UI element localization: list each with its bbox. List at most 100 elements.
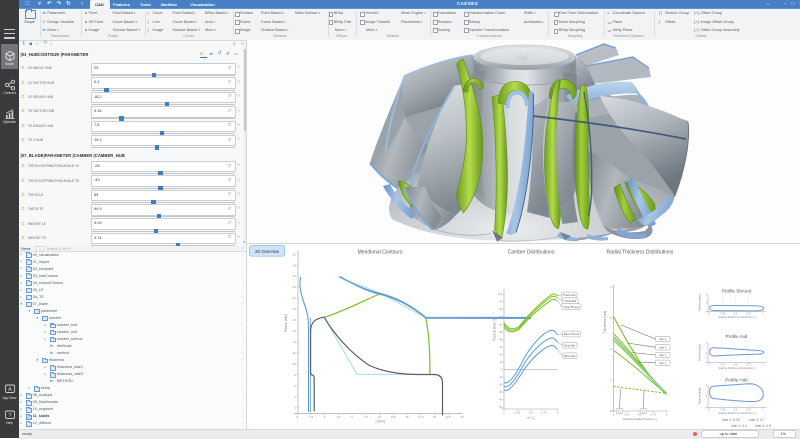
svg-text:Relative Position on Camberlin: Relative Position on Camberline [-]: [719, 412, 756, 415]
svg-text:Theta Hub: Theta Hub: [563, 293, 576, 297]
svg-text:Beta Shroud: Beta Shroud: [564, 332, 579, 336]
svg-text:Inter 1: 6.25: Inter 1: 6.25: [722, 418, 740, 422]
svg-text:18: 18: [293, 318, 297, 322]
svg-text:4: 4: [294, 395, 296, 399]
svg-text:Inter 4: 0.9: Inter 4: 0.9: [755, 424, 771, 428]
svg-text:0.5: 0.5: [529, 410, 533, 414]
svg-text:Meridional Contours: Meridional Contours: [358, 250, 403, 256]
svg-text:Profile Hub: Profile Hub: [725, 378, 748, 383]
svg-text:Relative Position on Camberlin: Relative Position on Camberline [-]: [719, 316, 756, 319]
svg-text:Theta Mid: Theta Mid: [564, 299, 576, 303]
svg-text:100: 100: [498, 293, 503, 296]
svg-text:14: 14: [293, 340, 297, 344]
svg-text:Radius [mm]: Radius [mm]: [284, 314, 288, 332]
svg-text:Relative Position on Camberlin: Relative Position on Camberline [-]: [719, 367, 756, 370]
svg-text:16: 16: [293, 329, 297, 333]
svg-text:28: 28: [293, 263, 297, 267]
svg-text:0: 0: [706, 312, 708, 314]
svg-text:17.5: 17.5: [418, 415, 424, 419]
svg-text:25: 25: [460, 415, 464, 419]
svg-text:4: 4: [706, 385, 708, 387]
svg-text:A: A: [8, 387, 12, 393]
svg-text:2: 2: [706, 396, 708, 398]
svg-text:0: 0: [503, 410, 505, 414]
svg-text:6: 6: [294, 384, 296, 388]
svg-text:7.5: 7.5: [364, 415, 368, 419]
svg-text:Camber Distributions: Camber Distributions: [508, 250, 555, 256]
svg-text:20: 20: [433, 415, 437, 419]
svg-text:-30: -30: [499, 391, 503, 394]
svg-text:60: 60: [499, 323, 502, 326]
svg-text:0: 0: [706, 363, 708, 365]
svg-text:Thickness [mm]: Thickness [mm]: [603, 311, 607, 333]
svg-text:1: 1: [762, 312, 764, 315]
svg-text:1: 1: [762, 363, 764, 366]
svg-text:Relative Radial Position [-]: Relative Radial Position [-]: [623, 417, 657, 421]
svg-text:Theta & Beta [°]: Theta & Beta [°]: [493, 319, 497, 342]
svg-text:0: 0: [613, 412, 615, 416]
svg-text:30: 30: [293, 252, 297, 256]
svg-text:22.5: 22.5: [445, 415, 451, 419]
svg-text:22: 22: [293, 296, 297, 300]
svg-text:20: 20: [293, 307, 297, 311]
svg-text:0.75: 0.75: [541, 410, 547, 414]
svg-text:40: 40: [499, 338, 502, 341]
svg-text:-40: -40: [499, 399, 503, 402]
svg-text:z [mm]: z [mm]: [375, 420, 385, 424]
svg-text:10: 10: [499, 361, 502, 364]
svg-text:-50: -50: [499, 406, 503, 409]
svg-text:2: 2: [706, 353, 708, 355]
svg-text:0.25: 0.25: [624, 412, 630, 416]
svg-text:Inter 2: Inter 2: [659, 354, 667, 357]
svg-text:0.75: 0.75: [650, 412, 656, 416]
svg-text:24: 24: [293, 285, 297, 289]
svg-text:-5: -5: [296, 415, 299, 419]
svg-text:0: 0: [708, 408, 710, 411]
svg-text:2: 2: [294, 406, 296, 410]
svg-text:-20: -20: [499, 384, 503, 387]
svg-text:Inter 1: Inter 1: [659, 362, 667, 365]
svg-text:Profile Shroud: Profile Shroud: [722, 289, 752, 294]
svg-text:0: 0: [708, 363, 710, 366]
svg-text:4: 4: [706, 343, 708, 345]
svg-text:2.5: 2.5: [336, 415, 340, 419]
svg-text:0: 0: [708, 312, 710, 315]
svg-text:30: 30: [499, 346, 502, 349]
svg-text:Thickness [mm]: Thickness [mm]: [699, 388, 702, 405]
svg-text:Inter 2: 0.4: Inter 2: 0.4: [731, 424, 747, 428]
svg-text:0.25: 0.25: [515, 410, 521, 414]
svg-text:-10: -10: [499, 376, 503, 379]
svg-text:2: 2: [706, 303, 708, 305]
svg-text:12: 12: [293, 351, 297, 355]
svg-text:2D Overview: 2D Overview: [255, 249, 280, 254]
svg-text:?: ?: [8, 413, 11, 419]
svg-text:3: 3: [610, 316, 612, 320]
svg-text:0: 0: [706, 408, 708, 410]
svg-text:1: 1: [762, 408, 764, 411]
svg-text:m′ [-]: m′ [-]: [528, 416, 535, 420]
svg-text:Radial Thickness Distributions: Radial Thickness Distributions: [607, 250, 674, 256]
svg-text:1: 1: [557, 410, 559, 414]
svg-text:Thickness [mm]: Thickness [mm]: [699, 344, 702, 361]
svg-text:Inter 3: 0.7: Inter 3: 0.7: [749, 418, 765, 422]
svg-text:26: 26: [293, 274, 297, 278]
svg-text:Beta Hub: Beta Hub: [564, 354, 576, 358]
svg-text:50: 50: [499, 331, 502, 334]
svg-text:10: 10: [293, 362, 297, 366]
svg-text:0: 0: [501, 369, 503, 372]
svg-text:-2.5: -2.5: [308, 415, 313, 419]
svg-text:Beta Mid: Beta Mid: [564, 343, 575, 347]
svg-text:Inter 3: Inter 3: [659, 346, 667, 349]
svg-text:Theta Shroud: Theta Shroud: [563, 305, 580, 309]
svg-text:15: 15: [405, 415, 409, 419]
svg-text:10: 10: [378, 415, 382, 419]
svg-text:4: 4: [706, 295, 708, 297]
svg-text:Thickness [mm]: Thickness [mm]: [699, 294, 702, 311]
svg-text:Inter 4: Inter 4: [659, 338, 667, 341]
svg-text:1: 1: [666, 412, 668, 416]
svg-text:5: 5: [351, 415, 353, 419]
svg-text:8: 8: [294, 373, 296, 377]
svg-text:0: 0: [324, 415, 326, 419]
svg-text:4: 4: [610, 285, 612, 289]
svg-text:20: 20: [499, 353, 502, 356]
